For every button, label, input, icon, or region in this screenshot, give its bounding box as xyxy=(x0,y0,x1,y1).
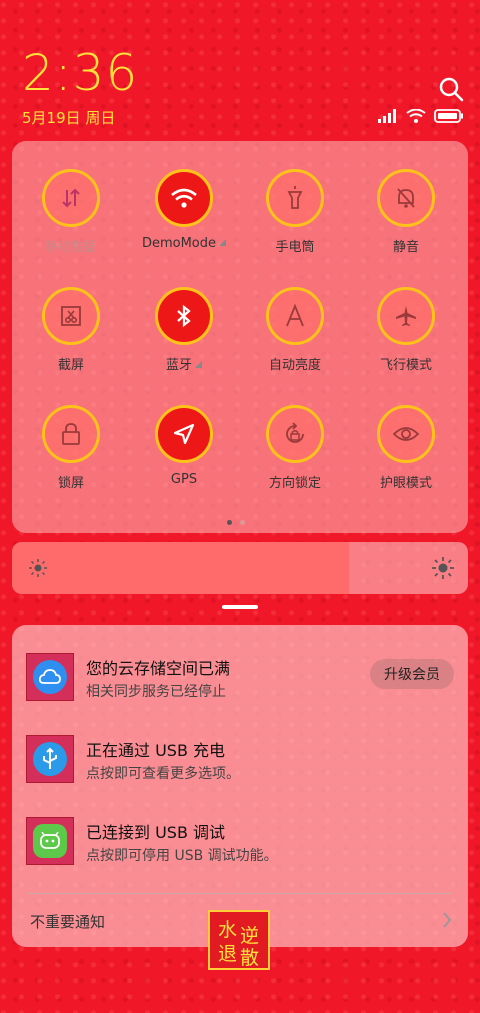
sun-large-icon xyxy=(432,557,454,583)
eye-icon xyxy=(377,405,435,463)
rotation-lock-icon xyxy=(266,405,324,463)
unimportant-notifications-link[interactable]: 不重要通知 xyxy=(30,911,105,932)
android-icon xyxy=(33,824,67,858)
status-bar-icons xyxy=(378,108,464,127)
tile-auto-brightness[interactable]: 自动亮度 xyxy=(240,287,350,373)
drag-handle[interactable] xyxy=(222,605,258,609)
search-icon[interactable] xyxy=(438,76,464,102)
battery-icon xyxy=(434,108,464,127)
lock-icon xyxy=(42,405,100,463)
sun-small-icon xyxy=(28,558,48,582)
tile-eye-protection[interactable]: 护眼模式 xyxy=(351,405,461,491)
tile-label: 蓝牙 xyxy=(165,358,192,373)
tile-label: 手电筒 xyxy=(275,240,315,255)
tile-demomode-wifi[interactable]: DemoMode xyxy=(129,169,239,251)
brightness-fill xyxy=(12,542,350,594)
brightness-slider[interactable] xyxy=(12,542,468,594)
auto-brightness-icon xyxy=(266,287,324,345)
bell-mute-icon xyxy=(377,169,435,227)
tile-label: 自动亮度 xyxy=(268,358,321,373)
signal-icon xyxy=(378,108,398,127)
svg-text:逆: 逆 xyxy=(240,925,259,947)
app-icon xyxy=(26,653,74,701)
tile-lock-screen[interactable]: 锁屏 xyxy=(16,405,126,491)
expand-triangle-icon xyxy=(195,361,202,368)
tile-mute[interactable]: 静音 xyxy=(351,169,461,255)
tile-gps[interactable]: GPS xyxy=(129,405,239,487)
tile-mobile-data[interactable]: 移动数据 xyxy=(16,169,126,255)
bluetooth-icon xyxy=(155,287,213,345)
page-dot-active xyxy=(227,520,232,525)
svg-text:散: 散 xyxy=(240,947,259,966)
app-icon xyxy=(26,735,74,783)
chevron-right-icon[interactable] xyxy=(442,911,452,933)
tile-label: 移动数据 xyxy=(44,240,97,255)
tile-label: 方向锁定 xyxy=(268,476,321,491)
watermark-logo: 水 逆 退 散 xyxy=(208,910,270,970)
tile-label: 截屏 xyxy=(57,358,84,373)
svg-text:退: 退 xyxy=(218,943,237,965)
tile-rotation-lock[interactable]: 方向锁定 xyxy=(240,405,350,491)
tile-flashlight[interactable]: 手电筒 xyxy=(240,169,350,255)
app-icon xyxy=(26,817,74,865)
tile-airplane-mode[interactable]: 飞行模式 xyxy=(351,287,461,373)
airplane-icon xyxy=(377,287,435,345)
location-arrow-icon xyxy=(155,405,213,463)
tile-label: 护眼模式 xyxy=(379,476,432,491)
page-dot xyxy=(240,520,245,525)
page-indicator xyxy=(227,520,245,525)
upgrade-member-button[interactable]: 升级会员 xyxy=(370,659,454,689)
tile-screenshot[interactable]: 截屏 xyxy=(16,287,126,373)
tile-bluetooth[interactable]: 蓝牙 xyxy=(129,287,239,373)
tile-label: 静音 xyxy=(392,240,419,255)
tile-label: DemoMode xyxy=(141,236,217,251)
expand-triangle-icon xyxy=(219,239,227,246)
notification-usb-charging[interactable]: 正在通过 USB 充电 点按即可查看更多选项。 xyxy=(26,735,456,791)
usb-icon xyxy=(33,742,67,776)
date-label[interactable]: 5月19日 周日 xyxy=(22,107,115,128)
tile-label: GPS xyxy=(170,472,198,487)
notification-title: 已连接到 USB 调试 xyxy=(86,823,226,842)
notification-body: 点按即可查看更多选项。 xyxy=(86,766,240,782)
notification-body: 点按即可停用 USB 调试功能。 xyxy=(86,848,278,864)
cloud-icon xyxy=(33,660,67,694)
clock-time[interactable]: 2:36 xyxy=(22,46,138,100)
notification-cloud-storage[interactable]: 您的云存储空间已满 相关同步服务已经停止 升级会员 xyxy=(26,653,456,709)
mobile-data-icon xyxy=(42,169,100,227)
svg-text:水: 水 xyxy=(218,919,237,941)
calligraphy-logo-icon: 水 逆 退 散 xyxy=(218,919,259,969)
notification-title: 您的云存储空间已满 xyxy=(86,659,231,678)
notification-panel: 您的云存储空间已满 相关同步服务已经停止 升级会员 正在通过 USB 充电 点按… xyxy=(12,625,468,947)
tile-label: 飞行模式 xyxy=(379,358,432,373)
tile-label: 锁屏 xyxy=(57,476,84,491)
quick-settings-panel: 移动数据 DemoMode 手电筒 静音 截屏 蓝牙 自动亮度 飞行模式 锁屏 … xyxy=(12,141,468,533)
flashlight-icon xyxy=(266,169,324,227)
notification-usb-debugging[interactable]: 已连接到 USB 调试 点按即可停用 USB 调试功能。 xyxy=(26,817,456,873)
scissors-icon xyxy=(42,287,100,345)
notification-body: 相关同步服务已经停止 xyxy=(86,684,226,700)
wifi-icon xyxy=(155,169,213,227)
notification-title: 正在通过 USB 充电 xyxy=(86,741,226,760)
divider xyxy=(28,893,452,894)
wifi-icon xyxy=(406,108,426,127)
